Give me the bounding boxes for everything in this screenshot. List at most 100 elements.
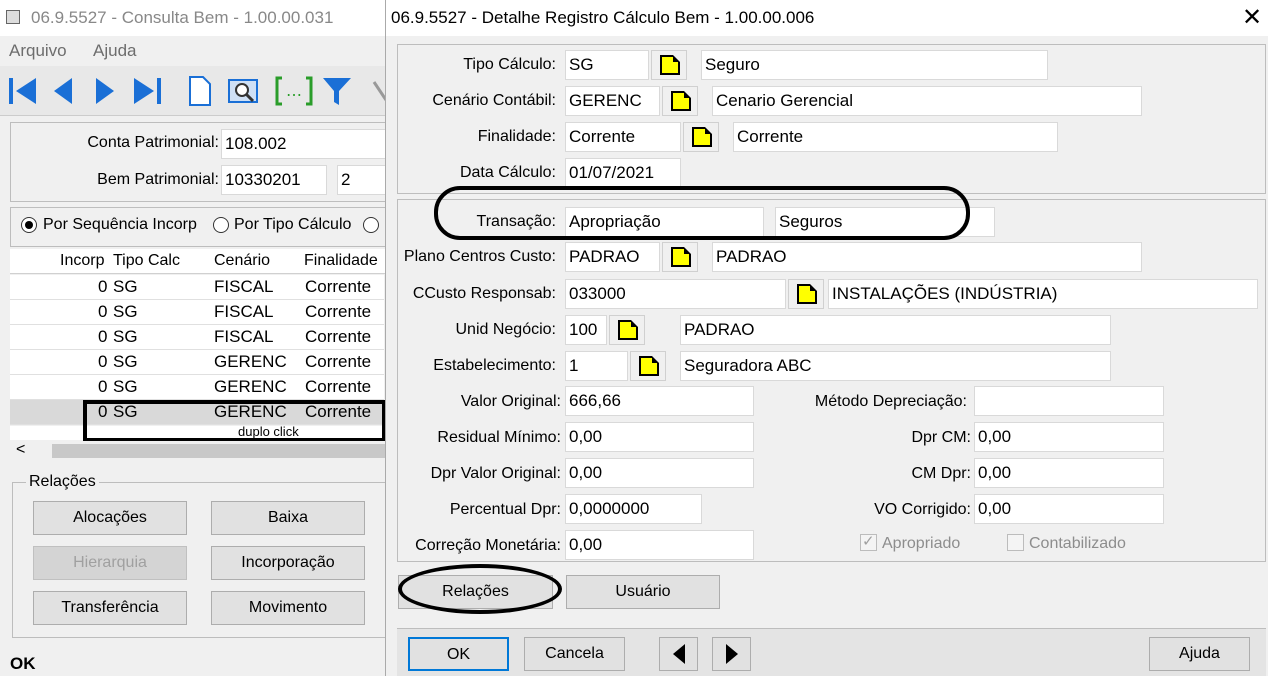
cenario-contabil-code[interactable]: GERENC	[565, 86, 660, 116]
conta-patrimonial-label: Conta Patrimonial:	[87, 134, 219, 151]
table-row[interactable]: 0 SG GERENC Corrente	[10, 350, 384, 375]
data-calculo-field[interactable]: 01/07/2021	[565, 158, 681, 188]
radio-third[interactable]	[363, 217, 379, 233]
zoom-document-icon	[692, 127, 712, 147]
hierarquia-button[interactable]: Hierarquia	[33, 546, 187, 580]
ccusto-resp-code[interactable]: 033000	[565, 279, 786, 309]
baixa-button[interactable]: Baixa	[211, 501, 365, 535]
next-record-icon[interactable]	[90, 74, 120, 108]
menu-ajuda[interactable]: Ajuda	[93, 41, 136, 61]
col-finalidade[interactable]: Finalidade	[304, 252, 378, 270]
svg-text:…: …	[286, 81, 302, 100]
finalidade-desc: Corrente	[733, 122, 1058, 152]
metodo-depreciacao-field[interactable]	[974, 386, 1164, 416]
alocacoes-button[interactable]: Alocações	[33, 501, 187, 535]
menu-arquivo[interactable]: Arquivo	[9, 41, 67, 61]
incorporacao-button[interactable]: Incorporação	[211, 546, 365, 580]
bem-patrimonial-label: Bem Patrimonial:	[97, 171, 219, 188]
usuario-button[interactable]: Usuário	[566, 575, 720, 609]
zoom-view-icon[interactable]	[226, 74, 260, 108]
cell-cenario: GERENC	[214, 352, 287, 371]
first-record-icon[interactable]	[6, 74, 40, 108]
order-radio-group: Por Sequência Incorp Por Tipo Cálculo	[10, 207, 386, 247]
plano-cc-desc: PADRAO	[712, 242, 1142, 272]
radio-tipo-calculo-label: Por Tipo Cálculo	[234, 216, 352, 233]
tipo-calculo-code[interactable]: SG	[565, 50, 649, 80]
contabilizado-label: Contabilizado	[1029, 535, 1126, 552]
app-icon	[6, 10, 20, 24]
dpr-valor-original-field[interactable]: 0,00	[565, 458, 754, 488]
plano-cc-zoom[interactable]	[662, 242, 698, 272]
scroll-left-icon[interactable]: <	[16, 441, 25, 459]
unid-negocio-zoom[interactable]	[609, 315, 645, 345]
bem-seq-field[interactable]: 2	[337, 165, 391, 195]
zoom-document-icon	[671, 91, 691, 111]
table-row[interactable]: 0 SG FISCAL Corrente	[10, 300, 384, 325]
last-record-icon[interactable]	[130, 74, 164, 108]
goto-brackets-icon[interactable]: …	[274, 74, 314, 108]
movimento-button[interactable]: Movimento	[211, 591, 365, 625]
cell-cenario: FISCAL	[214, 327, 274, 346]
cell-tipo-calc: SG	[113, 327, 138, 346]
close-icon[interactable]: ✕	[1242, 3, 1262, 32]
cancela-button[interactable]: Cancela	[524, 637, 625, 671]
finalidade-zoom[interactable]	[683, 122, 719, 152]
cell-finalidade: Corrente	[305, 302, 372, 321]
unid-negocio-code[interactable]: 100	[565, 315, 607, 345]
cell-tipo-calc: SG	[113, 377, 138, 396]
estabelecimento-zoom[interactable]	[630, 351, 666, 381]
ok-button[interactable]: OK	[408, 637, 509, 671]
scroll-thumb[interactable]	[52, 444, 392, 458]
conta-patrimonial-field[interactable]: 108.002	[221, 129, 391, 159]
dialog-title-bar: 06.9.5527 - Detalhe Registro Cálculo Bem…	[386, 0, 1268, 36]
cenario-contabil-zoom[interactable]	[662, 86, 698, 116]
cell-cenario: FISCAL	[214, 302, 274, 321]
valor-original-field[interactable]: 666,66	[565, 386, 754, 416]
estabelecimento-code[interactable]: 1	[565, 351, 628, 381]
transferencia-button[interactable]: Transferência	[33, 591, 187, 625]
cell-finalidade: Corrente	[305, 327, 372, 346]
new-document-icon[interactable]	[186, 74, 214, 108]
ajuda-button[interactable]: Ajuda	[1149, 637, 1250, 671]
radio-tipo-calculo[interactable]	[213, 217, 229, 233]
col-tipo-calc[interactable]: Tipo Calc	[113, 252, 180, 270]
vo-corrigido-field[interactable]: 0,00	[974, 494, 1164, 524]
percentual-dpr-field[interactable]: 0,0000000	[565, 494, 702, 524]
col-incorp[interactable]: Incorp	[60, 252, 104, 270]
prev-button[interactable]	[659, 637, 698, 671]
filter-icon[interactable]	[320, 74, 354, 108]
cell-incorp: 0	[98, 327, 108, 346]
apropriado-checkbox[interactable]: ✓	[860, 533, 877, 551]
cm-dpr-field[interactable]: 0,00	[974, 458, 1164, 488]
plano-cc-label: Plano Centros Custo:	[403, 248, 556, 265]
relacoes-highlight-ellipse	[398, 564, 562, 614]
more-icon[interactable]	[368, 74, 386, 108]
finalidade-code[interactable]: Corrente	[565, 122, 681, 152]
ccusto-resp-zoom[interactable]	[788, 279, 824, 309]
col-cenario[interactable]: Cenário	[214, 252, 270, 270]
prev-record-icon[interactable]	[48, 74, 78, 108]
next-button[interactable]	[712, 637, 751, 671]
cm-dpr-label: CM Dpr:	[911, 465, 971, 482]
tipo-calculo-zoom[interactable]	[651, 50, 687, 80]
dpr-valor-original-label: Dpr Valor Original:	[430, 465, 561, 482]
table-row[interactable]: 0 SG GERENC Corrente	[10, 375, 384, 400]
bem-patrimonial-field[interactable]: 10330201	[221, 165, 327, 195]
cell-finalidade: Corrente	[305, 277, 372, 296]
residual-minimo-field[interactable]: 0,00	[565, 422, 754, 452]
cell-tipo-calc: SG	[113, 277, 138, 296]
zoom-document-icon	[639, 356, 659, 376]
plano-cc-code[interactable]: PADRAO	[565, 242, 660, 272]
contabilizado-checkbox[interactable]	[1007, 534, 1024, 551]
correcao-monetaria-field[interactable]: 0,00	[565, 530, 754, 560]
horizontal-scrollbar[interactable]: <	[10, 441, 392, 461]
metodo-depreciacao-label: Método Depreciação:	[814, 393, 967, 410]
cell-incorp: 0	[98, 352, 108, 371]
finalidade-label: Finalidade:	[477, 128, 556, 145]
radio-sequencia[interactable]	[21, 217, 37, 233]
table-row[interactable]: 0 SG FISCAL Corrente	[10, 275, 384, 300]
cell-incorp: 0	[98, 302, 108, 321]
dpr-cm-field[interactable]: 0,00	[974, 422, 1164, 452]
valor-original-label: Valor Original:	[460, 393, 561, 410]
table-row[interactable]: 0 SG FISCAL Corrente	[10, 325, 384, 350]
